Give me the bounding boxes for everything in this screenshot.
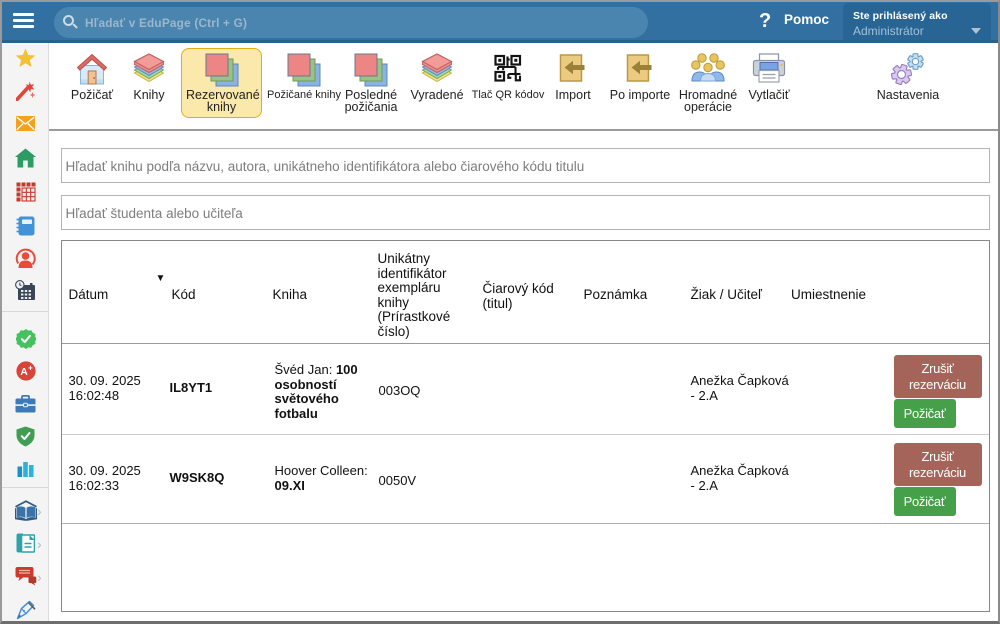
svg-text:+: + [28,364,33,373]
svg-text:A: A [20,366,28,378]
